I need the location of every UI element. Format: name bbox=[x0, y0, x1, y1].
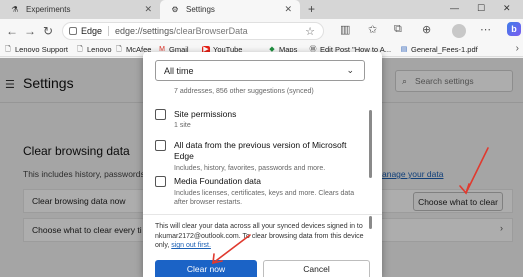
time-range-select[interactable]: All time ⌄ bbox=[155, 60, 365, 81]
address-brand: Edge bbox=[81, 26, 103, 36]
clear-now-button[interactable]: Clear now bbox=[155, 260, 257, 277]
split-screen-icon[interactable]: ▥ bbox=[340, 23, 350, 36]
favorites-overflow-icon[interactable]: › bbox=[516, 43, 519, 54]
gear-icon: ⚙ bbox=[171, 5, 179, 14]
dialog-scrollbar-thumb[interactable] bbox=[369, 216, 372, 229]
site-permissions-title: Site permissions bbox=[174, 109, 237, 119]
flask-icon: ⚗ bbox=[11, 5, 19, 14]
site-info-icon[interactable] bbox=[69, 27, 77, 35]
back-icon[interactable]: ← bbox=[6, 24, 18, 38]
media-foundation-checkbox[interactable] bbox=[155, 176, 166, 187]
time-range-value: All time bbox=[164, 65, 194, 76]
address-bar[interactable]: Edge edge://settings /clearBrowserData ☆ bbox=[62, 22, 324, 40]
address-divider bbox=[108, 26, 110, 36]
favorite-label: Lenovo bbox=[87, 45, 112, 54]
extensions-icon[interactable]: ⊕ bbox=[422, 23, 431, 36]
url-path: /clearBrowserData bbox=[173, 26, 248, 36]
tab-settings[interactable]: ⚙ Settings ✕ bbox=[160, 0, 300, 19]
url-host: edge://settings bbox=[115, 26, 174, 36]
maximize-icon[interactable]: ☐ bbox=[477, 3, 485, 14]
tab-settings-label: Settings bbox=[186, 5, 215, 14]
cancel-button[interactable]: Cancel bbox=[263, 260, 370, 277]
tab-experiments[interactable]: ⚗ Experiments ✕ bbox=[10, 0, 160, 19]
new-tab-button[interactable]: + bbox=[308, 2, 315, 16]
document-icon: 🗋 bbox=[77, 45, 83, 53]
tab-strip: ⚗ Experiments ✕ ⚙ Settings ✕ + — ☐ ✕ bbox=[0, 0, 523, 19]
close-icon[interactable]: ✕ bbox=[144, 4, 152, 15]
more-menu-icon[interactable]: ⋯ bbox=[480, 23, 491, 36]
minimize-icon[interactable]: — bbox=[450, 3, 459, 13]
document-icon: 🗋 bbox=[5, 45, 11, 53]
previous-edge-data-checkbox[interactable] bbox=[155, 140, 166, 151]
previous-edge-data-sub: Includes, history, favorites, passwords … bbox=[174, 165, 326, 172]
forward-icon[interactable]: → bbox=[24, 24, 36, 38]
address-toolbar: ← → ↻ Edge edge://settings /clearBrowser… bbox=[0, 19, 523, 43]
document-icon: 🗋 bbox=[116, 45, 122, 53]
favorite-general-fees[interactable]: ▤ General_Fees-1.pdf bbox=[400, 45, 478, 54]
tab-experiments-label: Experiments bbox=[26, 5, 71, 14]
favorite-label: General_Fees-1.pdf bbox=[411, 45, 478, 54]
clear-browsing-data-dialog: All time ⌄ 7 addresses, 856 other sugges… bbox=[143, 52, 382, 277]
media-foundation-title: Media Foundation data bbox=[174, 176, 261, 186]
collections-icon[interactable]: ⧉ bbox=[394, 23, 402, 36]
bing-copilot-icon[interactable]: b bbox=[507, 22, 521, 36]
autofill-hint: 7 addresses, 856 other suggestions (sync… bbox=[174, 88, 314, 95]
favorites-icon[interactable]: ✩ bbox=[368, 23, 377, 36]
site-permissions-checkbox[interactable] bbox=[155, 109, 166, 120]
sync-warning-message: This will clear your data across all you… bbox=[155, 222, 367, 251]
previous-edge-data-title: All data from the previous version of Mi… bbox=[174, 140, 347, 161]
dialog-scrollbar[interactable] bbox=[369, 110, 372, 178]
pdf-icon: ▤ bbox=[400, 45, 408, 53]
close-icon[interactable]: ✕ bbox=[284, 4, 292, 15]
favorite-label: Lenovo Support bbox=[15, 45, 68, 54]
sign-out-link[interactable]: sign out first. bbox=[171, 242, 211, 249]
dialog-divider bbox=[143, 214, 382, 215]
media-foundation-sub: Includes licenses, certificates, keys an… bbox=[174, 190, 355, 206]
site-permissions-sub: 1 site bbox=[174, 122, 191, 129]
favorite-lenovo[interactable]: 🗋 Lenovo bbox=[76, 45, 112, 54]
favorite-lenovo-support[interactable]: 🗋 Lenovo Support bbox=[4, 45, 68, 54]
add-favorite-icon[interactable]: ☆ bbox=[305, 25, 315, 38]
refresh-icon[interactable]: ↻ bbox=[43, 24, 53, 38]
profile-avatar[interactable] bbox=[452, 24, 466, 38]
chevron-down-icon: ⌄ bbox=[346, 65, 354, 75]
window-close-icon[interactable]: ✕ bbox=[503, 3, 511, 14]
